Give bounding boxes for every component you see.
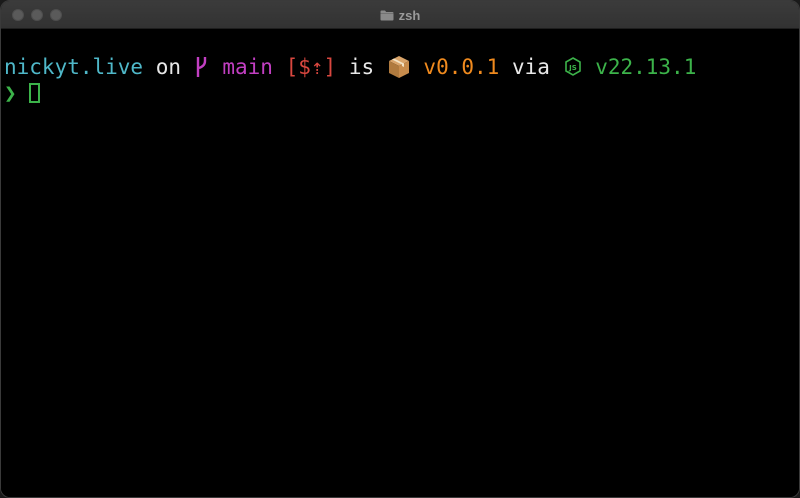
window-title-text: zsh	[398, 7, 421, 23]
on-word: on	[155, 55, 182, 79]
prompt-character: ❯	[4, 81, 17, 105]
nodejs-icon: JS	[564, 57, 581, 76]
git-branch-icon	[196, 57, 206, 77]
terminal-content[interactable]: nickyt.live on main [$⇡] is v0.0.1 via J…	[1, 29, 799, 497]
current-directory: nickyt.live	[4, 55, 144, 79]
node-version: v22.13.1	[595, 55, 697, 79]
title-bar: zsh	[1, 1, 799, 29]
git-branch-name: main	[222, 55, 273, 79]
folder-icon	[380, 10, 394, 20]
prompt-status-line: nickyt.live on main [$⇡] is v0.0.1 via J…	[4, 54, 696, 80]
is-word: is	[348, 55, 375, 79]
package-icon	[388, 56, 409, 78]
package-version: v0.0.1	[423, 55, 500, 79]
terminal-cursor	[29, 83, 41, 103]
svg-text:JS: JS	[568, 64, 577, 72]
terminal-window: zsh nickyt.live on main [$⇡] is v0.0.1 v…	[0, 0, 800, 498]
prompt-input-line[interactable]: ❯	[4, 80, 41, 106]
via-word: via	[511, 55, 550, 79]
window-title: zsh	[1, 1, 799, 29]
git-status: [$⇡]	[285, 55, 337, 79]
